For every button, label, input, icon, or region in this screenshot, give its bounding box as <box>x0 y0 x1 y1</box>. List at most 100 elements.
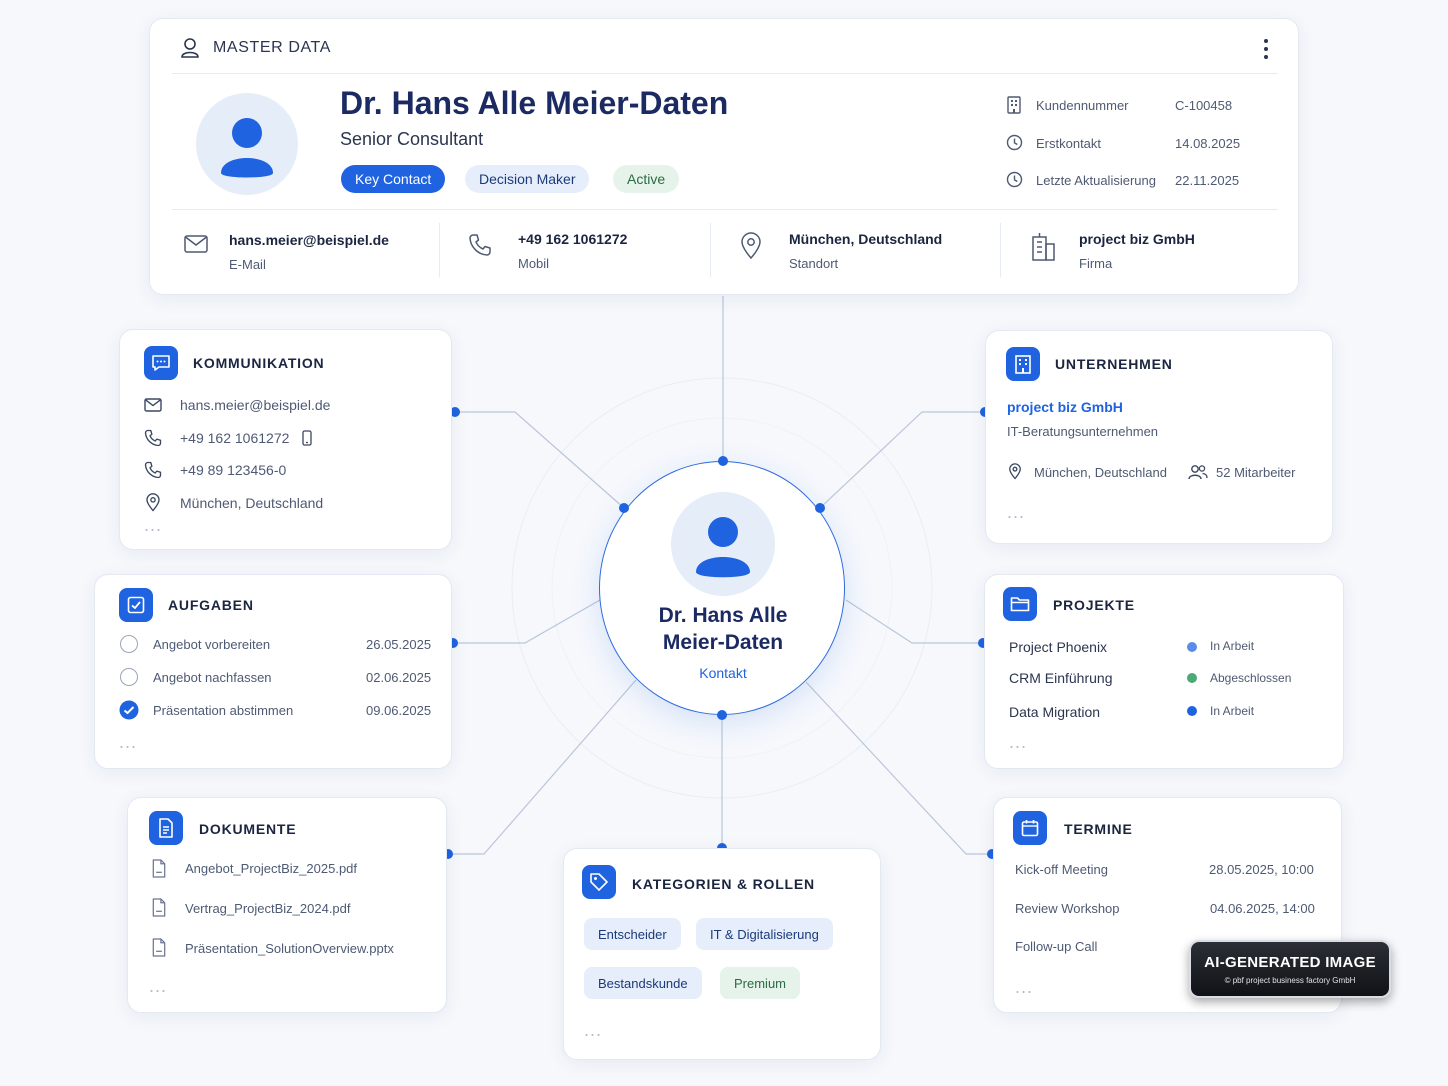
clock-icon <box>1006 171 1023 188</box>
folder-icon <box>1003 587 1037 621</box>
status-dot <box>1187 706 1197 716</box>
contact-location-value: München, Deutschland <box>789 231 943 247</box>
center-type: Kontakt <box>699 665 747 681</box>
appointment-name[interactable]: Kick-off Meeting <box>1015 862 1108 877</box>
project-status: In Arbeit <box>1210 704 1255 718</box>
meta-label-letzte-aktualisierung: Letzte Aktualisierung <box>1036 173 1156 188</box>
mail-icon <box>184 235 208 253</box>
contact-email-value[interactable]: hans.meier@beispiel.de <box>229 232 389 248</box>
location-pin-icon <box>145 493 161 512</box>
more-dots[interactable]: ... <box>1007 503 1025 521</box>
appointment-datetime: 04.06.2025, 14:00 <box>1210 901 1315 916</box>
company-location: München, Deutschland <box>1034 465 1167 480</box>
phone-icon <box>144 461 162 479</box>
category-chip[interactable]: Bestandskunde <box>584 967 702 999</box>
center-contact-node[interactable]: Dr. Hans Alle Meier-Daten Kontakt <box>599 461 845 715</box>
tag-icon <box>582 865 616 899</box>
aufgaben-card: AUFGABEN Angebot vorbereiten 26.05.2025 … <box>94 574 452 769</box>
unternehmen-card: UNTERNEHMEN project biz GmbH IT-Beratung… <box>985 330 1333 544</box>
location-pin-icon <box>739 232 763 260</box>
tag-active[interactable]: Active <box>613 165 680 193</box>
category-chip[interactable]: Entscheider <box>584 918 681 950</box>
chat-icon <box>144 346 178 380</box>
contact-company-value[interactable]: project biz GmbH <box>1079 231 1195 247</box>
kommunikation-mobile[interactable]: +49 162 1061272 <box>180 430 289 446</box>
watermark-title: AI-GENERATED IMAGE <box>1204 953 1376 971</box>
more-dots[interactable]: ... <box>119 733 137 751</box>
kommunikation-email[interactable]: hans.meier@beispiel.de <box>180 397 330 413</box>
more-dots[interactable]: ... <box>1009 733 1027 751</box>
projekte-card: PROJEKTE Project Phoenix In Arbeit CRM E… <box>984 574 1344 769</box>
document-link[interactable]: Vertrag_ProjectBiz_2024.pdf <box>185 901 351 916</box>
divider <box>710 223 711 277</box>
divider <box>1000 223 1001 277</box>
contact-company-label: Firma <box>1079 256 1113 271</box>
kommunikation-location: München, Deutschland <box>180 495 324 511</box>
appointment-datetime: 28.05.2025, 10:00 <box>1209 862 1314 877</box>
project-name[interactable]: CRM Einführung <box>1009 670 1113 686</box>
task-checkbox[interactable] <box>120 668 138 686</box>
phone-icon <box>468 233 492 257</box>
project-name[interactable]: Project Phoenix <box>1009 639 1107 655</box>
tag-key-contact[interactable]: Key Contact <box>341 165 446 193</box>
phone-icon <box>144 429 162 447</box>
kategorien-card: KATEGORIEN & ROLLEN Entscheider IT & Dig… <box>563 848 881 1060</box>
divider <box>439 223 440 277</box>
calendar-icon <box>1013 811 1047 845</box>
company-name-link[interactable]: project biz GmbH <box>1007 399 1123 415</box>
dokumente-card: DOKUMENTE Angebot_ProjectBiz_2025.pdf Ve… <box>127 797 447 1013</box>
task-checkbox-checked-icon[interactable] <box>119 700 139 720</box>
master-data-title: MASTER DATA <box>213 39 332 56</box>
task-date: 02.06.2025 <box>366 670 432 685</box>
contact-mobile-value[interactable]: +49 162 1061272 <box>518 231 627 247</box>
center-name: Dr. Hans Alle Meier-Daten <box>658 604 788 654</box>
task-label: Angebot vorbereiten <box>153 637 271 652</box>
meta-label-erstkontakt: Erstkontakt <box>1036 136 1102 151</box>
kategorien-title: KATEGORIEN & ROLLEN <box>632 876 815 892</box>
tag-decision-maker[interactable]: Decision Maker <box>465 165 590 193</box>
appointment-name[interactable]: Follow-up Call <box>1015 939 1097 954</box>
category-chip[interactable]: IT & Digitalisierung <box>696 918 833 950</box>
more-dots[interactable]: ... <box>144 516 162 534</box>
user-outline-icon <box>180 37 200 59</box>
aufgaben-title: AUFGABEN <box>168 597 254 613</box>
mail-icon <box>144 398 162 412</box>
company-employees: 52 Mitarbeiter <box>1216 465 1296 480</box>
building-icon <box>1006 347 1040 381</box>
location-pin-icon <box>1008 463 1022 480</box>
avatar <box>196 93 298 195</box>
more-options-icon[interactable] <box>1258 37 1274 61</box>
more-dots[interactable]: ... <box>1015 978 1033 996</box>
document-link[interactable]: Angebot_ProjectBiz_2025.pdf <box>185 861 357 876</box>
meta-label-kundennummer: Kundennummer <box>1036 98 1129 113</box>
projekte-title: PROJEKTE <box>1053 597 1135 613</box>
more-dots[interactable]: ... <box>584 1021 602 1039</box>
task-checkbox[interactable] <box>120 635 138 653</box>
users-icon <box>1188 464 1208 480</box>
document-link[interactable]: Präsentation_SolutionOverview.pptx <box>185 941 394 956</box>
mobile-device-icon <box>302 430 312 446</box>
contact-email-label: E-Mail <box>229 257 266 272</box>
more-dots[interactable]: ... <box>149 977 167 995</box>
document-icon <box>149 811 183 845</box>
ai-generated-watermark: AI-GENERATED IMAGE © pbf project busines… <box>1189 940 1391 998</box>
project-name[interactable]: Data Migration <box>1009 704 1100 720</box>
category-chip[interactable]: Premium <box>720 967 801 999</box>
file-icon <box>151 898 167 917</box>
appointment-name[interactable]: Review Workshop <box>1015 901 1120 916</box>
divider <box>172 209 1278 210</box>
contact-mobile-label: Mobil <box>518 256 550 271</box>
task-date: 26.05.2025 <box>366 637 432 652</box>
dokumente-title: DOKUMENTE <box>199 821 297 837</box>
kommunikation-title: KOMMUNIKATION <box>193 355 325 371</box>
kommunikation-phone[interactable]: +49 89 123456-0 <box>180 462 286 478</box>
clock-icon <box>1006 134 1023 151</box>
project-status: In Arbeit <box>1210 639 1255 653</box>
task-label: Angebot nachfassen <box>153 670 272 685</box>
master-data-card: MASTER DATA Dr. Hans Alle Meier-Daten Se… <box>149 18 1299 295</box>
meta-value-letzte-aktualisierung: 22.11.2025 <box>1175 173 1240 188</box>
checkbox-icon <box>119 588 153 622</box>
contact-location-label: Standort <box>789 256 839 271</box>
company-description: IT-Beratungsunternehmen <box>1007 424 1159 439</box>
task-label: Präsentation abstimmen <box>153 703 294 718</box>
